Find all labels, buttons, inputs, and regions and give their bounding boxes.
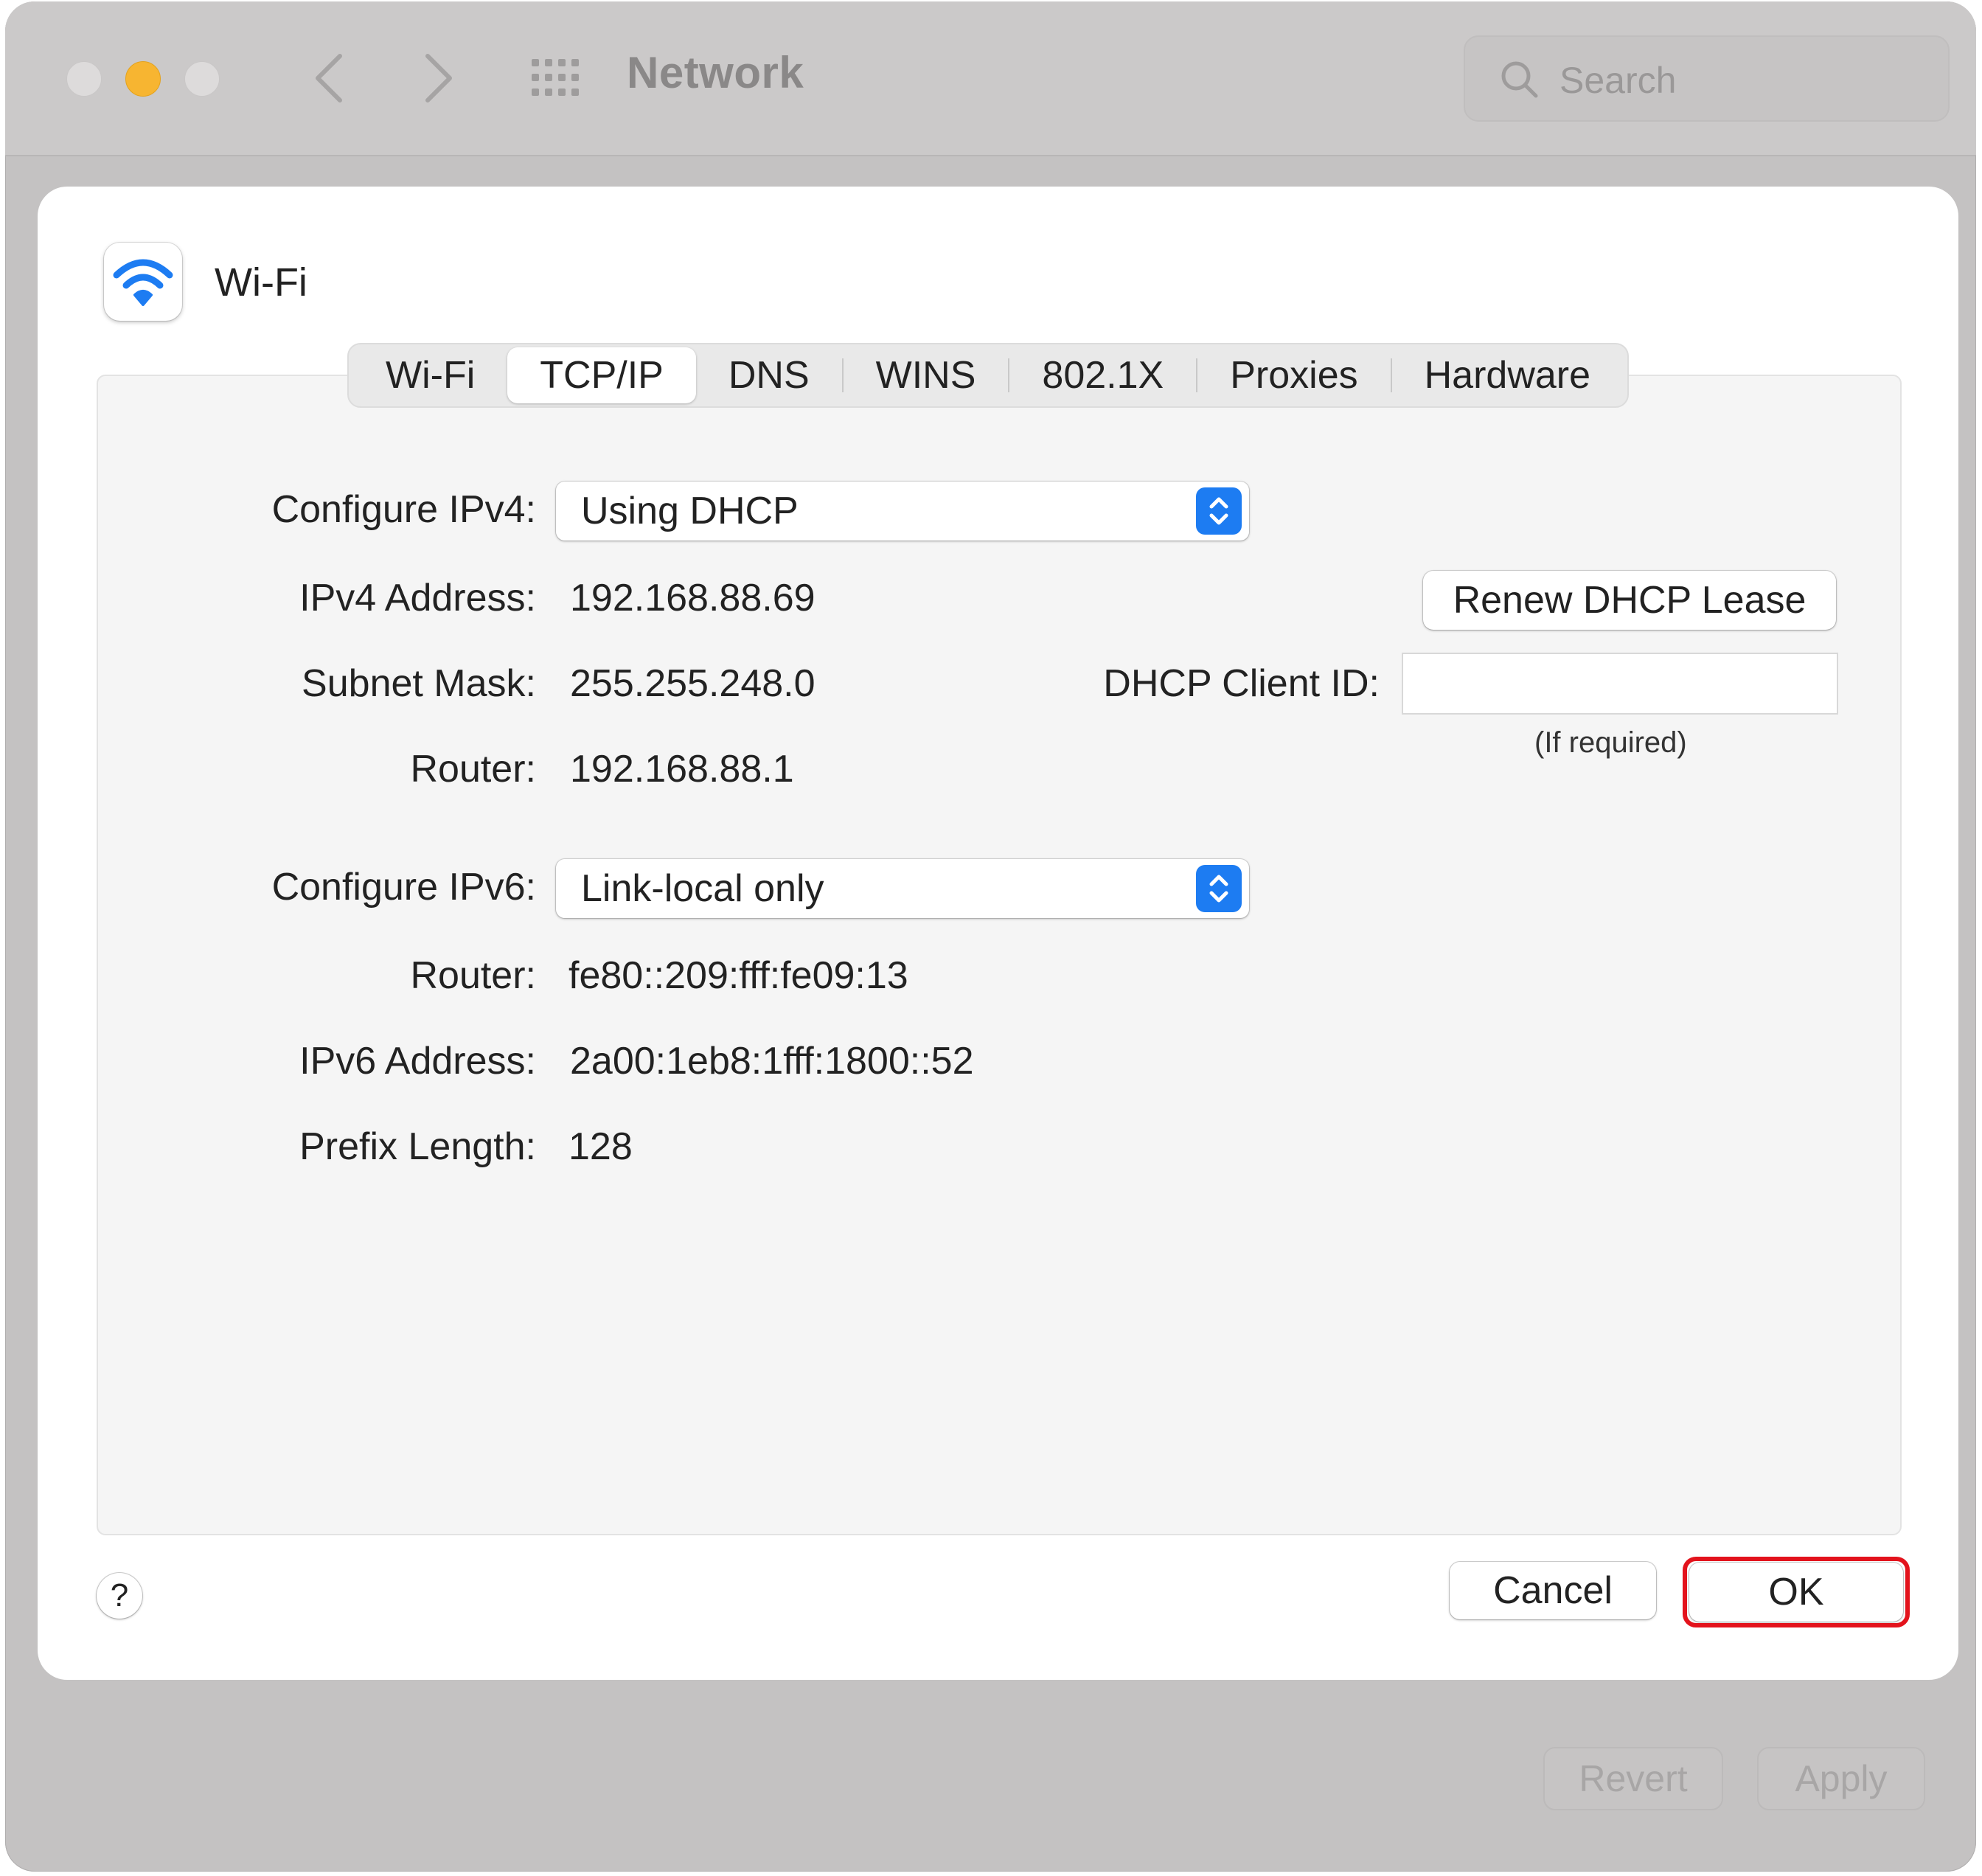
tab-wifi[interactable]: Wi-Fi — [353, 347, 507, 403]
prefix-length-label: Prefix Length: — [299, 1125, 536, 1168]
search-field[interactable]: Search — [1464, 35, 1950, 122]
advanced-settings-sheet: Wi-Fi Wi-Fi TCP/IP DNS WINS 802.1X Proxi… — [38, 187, 1958, 1680]
network-preferences-window: Network Search Revert Apply Wi-Fi Wi-Fi … — [5, 1, 1976, 1872]
apply-button[interactable]: Apply — [1757, 1747, 1925, 1810]
forward-button[interactable] — [416, 50, 460, 106]
popup-stepper — [1196, 865, 1242, 912]
subnet-mask-value: 255.255.248.0 — [570, 662, 816, 705]
title-bar: Network Search — [5, 1, 1976, 156]
ipv6-address-value: 2a00:1eb8:1fff:1800::52 — [570, 1040, 974, 1083]
configure-ipv4-popup[interactable]: Using DHCP — [556, 482, 1249, 541]
chevron-left-icon — [316, 54, 342, 103]
ipv6-address-label: IPv6 Address: — [299, 1040, 536, 1083]
ipv6-router-value: fe80::209:fff:fe09:13 — [568, 954, 908, 997]
tab-proxies[interactable]: Proxies — [1197, 347, 1390, 403]
dhcp-client-id-label: DHCP Client ID: — [1103, 662, 1380, 705]
configure-ipv6-popup[interactable]: Link-local only — [556, 859, 1249, 918]
wifi-icon — [113, 259, 173, 306]
ok-button-highlight — [1683, 1557, 1910, 1627]
renew-dhcp-lease-button[interactable]: Renew DHCP Lease — [1423, 571, 1836, 630]
ipv4-address-value: 192.168.88.69 — [570, 577, 816, 619]
grid-icon — [532, 59, 579, 96]
tab-8021x[interactable]: 802.1X — [1009, 347, 1196, 403]
window-title: Network — [627, 48, 804, 97]
search-icon — [1501, 61, 1538, 98]
configure-ipv4-value: Using DHCP — [581, 490, 799, 532]
cancel-button[interactable]: Cancel — [1450, 1562, 1656, 1619]
tab-wins[interactable]: WINS — [844, 347, 1009, 403]
configure-ipv4-label: Configure IPv4: — [271, 488, 536, 531]
sheet-title: Wi-Fi — [215, 260, 307, 305]
help-button[interactable]: ? — [97, 1573, 142, 1619]
subnet-mask-label: Subnet Mask: — [302, 662, 536, 705]
ipv4-address-label: IPv4 Address: — [299, 577, 536, 619]
minimize-window-button[interactable] — [125, 61, 161, 97]
configure-ipv6-label: Configure IPv6: — [271, 866, 536, 909]
prefix-length-value: 128 — [568, 1125, 633, 1168]
chevron-up-down-icon — [1209, 497, 1228, 525]
popup-stepper — [1196, 487, 1242, 535]
ipv4-router-value: 192.168.88.1 — [570, 748, 794, 791]
tab-tcpip[interactable]: TCP/IP — [507, 347, 696, 403]
ipv4-router-label: Router: — [410, 748, 536, 791]
back-button[interactable] — [307, 50, 352, 106]
search-placeholder: Search — [1559, 60, 1677, 101]
tab-hardware[interactable]: Hardware — [1392, 347, 1623, 403]
tab-bar: Wi-Fi TCP/IP DNS WINS 802.1X Proxies Har… — [347, 343, 1630, 408]
dhcp-client-id-hint: (If required) — [1534, 726, 1687, 759]
tab-dns[interactable]: DNS — [696, 347, 842, 403]
revert-button[interactable]: Revert — [1543, 1747, 1723, 1810]
chevron-up-down-icon — [1209, 875, 1228, 903]
show-all-grid-button[interactable] — [529, 56, 588, 100]
close-window-button[interactable] — [66, 61, 102, 97]
configure-ipv6-value: Link-local only — [581, 867, 824, 910]
dhcp-client-id-field[interactable] — [1402, 653, 1838, 715]
wifi-service-badge — [104, 243, 182, 321]
ipv6-router-label: Router: — [410, 954, 536, 997]
zoom-window-button[interactable] — [184, 61, 220, 97]
chevron-right-icon — [425, 54, 452, 103]
